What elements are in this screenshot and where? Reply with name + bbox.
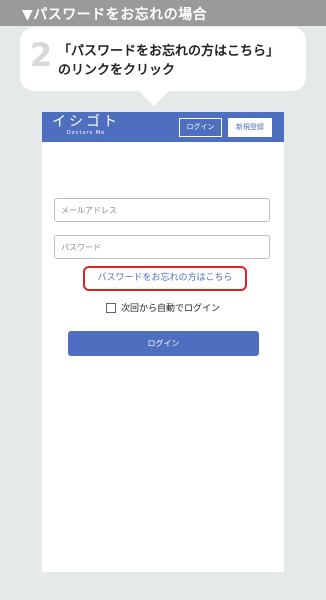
logo-subtext: Doctors Me <box>66 130 106 136</box>
highlight-frame <box>83 266 247 291</box>
password-field[interactable]: パスワード <box>54 235 270 259</box>
login-button[interactable]: ログイン <box>68 331 259 356</box>
remember-checkbox[interactable] <box>106 302 116 313</box>
logo-text: イシゴト <box>52 114 120 130</box>
remember-label: 次回から自動でログイン <box>121 304 221 314</box>
app-logo[interactable]: イシゴト Doctors Me <box>52 114 120 137</box>
instruction-bubble-tail <box>138 90 170 106</box>
app-header: イシゴト Doctors Me ログイン 新規登録 <box>42 112 284 142</box>
header-signup-button[interactable]: 新規登録 <box>228 118 272 137</box>
section-title: ▼パスワードをお忘れの場合 <box>22 7 208 23</box>
step-instruction: 「パスワードをお忘れの方はこちら」 のリンクをクリック <box>58 42 298 80</box>
header-login-button[interactable]: ログイン <box>179 118 222 137</box>
remember-login[interactable]: 次回から自動でログイン <box>106 302 220 316</box>
step-number: 2 <box>30 36 53 74</box>
step-instruction-line-1: 「パスワードをお忘れの方はこちら」 <box>58 44 280 59</box>
login-screen: イシゴト Doctors Me ログイン 新規登録 メールアドレス パスワード … <box>42 112 284 572</box>
step-instruction-line-2: のリンクをクリック <box>58 63 176 78</box>
email-field[interactable]: メールアドレス <box>54 198 270 222</box>
